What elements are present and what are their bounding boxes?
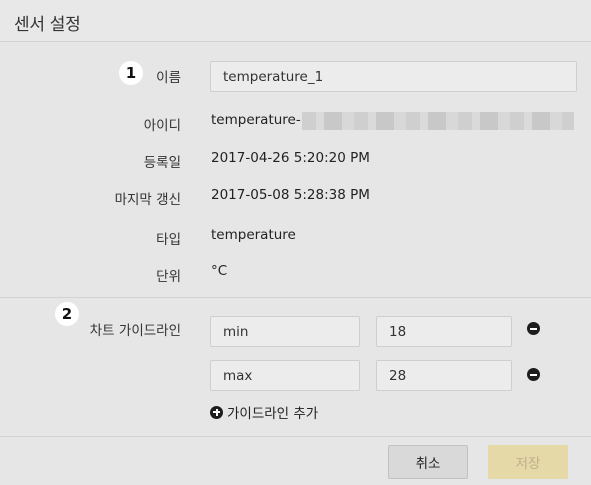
add-guideline-button[interactable]: 가이드라인 추가 [210,403,319,422]
guideline-max-name-input[interactable] [210,360,360,391]
remove-guideline-min-icon[interactable] [527,322,540,335]
cancel-button[interactable]: 취소 [388,445,468,479]
registered-label: 등록일 [143,155,181,171]
id-value: temperature- [211,112,301,128]
id-redacted-block [302,112,574,130]
add-guideline-label: 가이드라인 추가 [227,406,319,422]
unit-value: °C [211,263,228,279]
type-value: temperature [211,227,296,243]
name-label: 이름 [156,70,181,86]
type-label: 타입 [156,232,181,248]
unit-label: 단위 [156,269,181,285]
guideline-min-name-input[interactable] [210,316,360,347]
id-label: 아이디 [143,118,181,134]
guideline-max-value-input[interactable] [376,360,512,391]
guideline-label: 차트 가이드라인 [89,323,181,339]
save-button[interactable]: 저장 [488,445,568,479]
remove-guideline-max-icon[interactable] [527,368,540,381]
name-input[interactable] [210,61,577,92]
last-update-label: 마지막 갱신 [114,192,181,208]
footer-divider [0,436,591,437]
step-badge-1: 1 [119,61,143,85]
guideline-min-value-input[interactable] [376,316,512,347]
step-badge-2: 2 [55,302,79,326]
dialog-title: 센서 설정 [14,15,81,35]
dialog-header: 센서 설정 [0,0,591,42]
sensor-settings-dialog: 센서 설정 1 이름 아이디 temperature- 등록일 2017-04-… [0,0,591,485]
plus-circle-icon [210,405,223,419]
section-divider [0,297,591,298]
last-update-value: 2017-05-08 5:28:38 PM [211,187,370,203]
registered-value: 2017-04-26 5:20:20 PM [211,150,370,166]
